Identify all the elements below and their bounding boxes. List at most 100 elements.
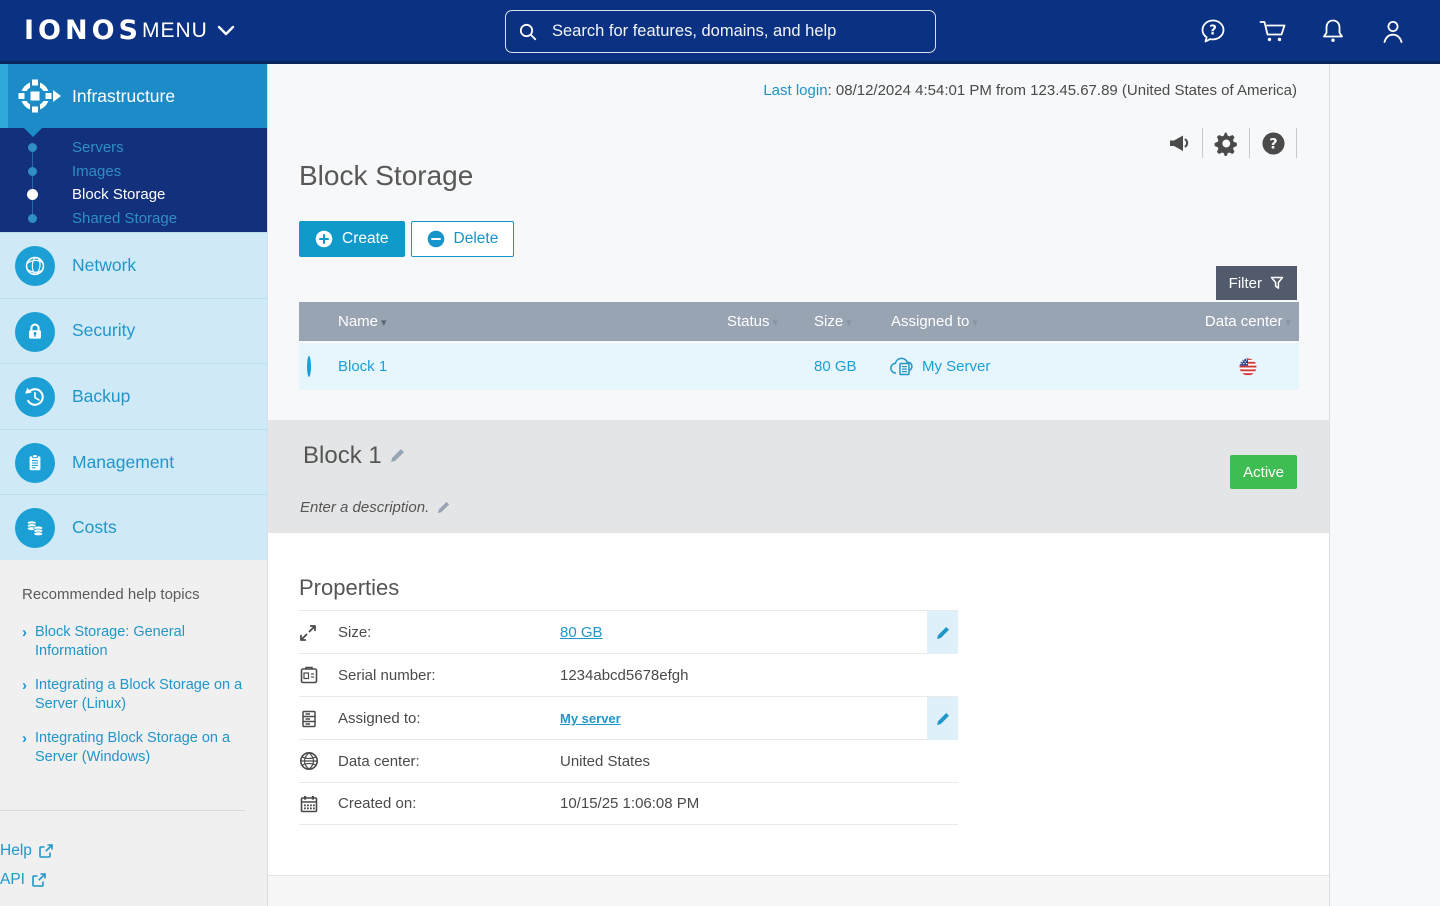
property-row-size: Size: 80 GB [299,610,958,654]
svg-text:?: ? [1209,23,1217,38]
delete-button[interactable]: Delete [410,221,515,257]
help-bubble-icon[interactable]: ? [1198,16,1228,46]
size-link[interactable]: 80 GB [814,358,857,375]
detail-title: Block 1 [303,442,382,469]
ionos-logo[interactable]: IONOS [24,0,142,61]
bell-icon[interactable] [1318,16,1348,46]
help-topic-label: Integrating Block Storage on a Server (W… [35,729,231,765]
properties-title: Properties [299,575,400,600]
edit-name-pencil-icon[interactable] [390,448,405,463]
help-topic-link[interactable]: › Integrating Block Storage on a Server … [22,729,245,767]
filter-label: Filter [1228,274,1262,292]
column-header-status[interactable]: Status ▾ [727,313,786,330]
description-placeholder: Enter a description. [300,499,430,516]
chevron-down-icon [217,25,235,37]
sidebar-item-label: Security [72,320,136,341]
help-topic-link[interactable]: › Integrating a Block Storage on a Serve… [22,676,245,714]
property-label: Serial number: [338,666,436,684]
help-topic-link[interactable]: › Block Storage: General Information [22,623,245,661]
gear-icon[interactable] [1213,130,1239,156]
sidebar-item-management[interactable]: Management [0,428,267,495]
global-search [505,10,936,53]
column-header-name[interactable]: Name ▾ [338,313,691,330]
assigned-server-link[interactable]: My Server [922,358,990,375]
edit-size-pencil-icon[interactable] [927,611,958,654]
api-link-label: API [0,870,25,888]
filter-button[interactable]: Filter [1215,266,1297,300]
help-section-title: Recommended help topics [22,585,200,603]
user-icon[interactable] [1378,16,1408,46]
topbar-icon-group: ? [1198,0,1408,61]
property-row-created-on: Created on: 10/15/25 1:06:08 PM [299,782,958,825]
search-icon [518,22,538,42]
network-icon [15,246,55,286]
plus-circle-icon [315,230,333,248]
edit-assigned-pencil-icon[interactable] [927,697,958,740]
search-input[interactable] [550,21,923,42]
column-header-size[interactable]: Size ▾ [786,313,861,330]
api-external-link[interactable]: API [0,871,53,889]
property-label: Assigned to: [338,710,421,727]
sidebar-subitem-servers[interactable]: Servers [0,136,267,160]
row-radio-selected[interactable] [307,356,311,377]
active-section-stripe [0,64,8,128]
properties-panel: Properties Size: 80 GB Serial number: 12… [268,533,1329,875]
sidebar-item-label: Network [72,254,137,275]
external-link-icon [32,873,46,887]
lock-icon [15,311,55,352]
recommended-help-section: Recommended help topics › Block Storage:… [0,559,267,906]
last-login-value: : 08/12/2024 4:54:01 PM from 123.45.67.8… [827,82,1297,99]
main-content: Last login: 08/12/2024 4:54:01 PM from 1… [267,64,1330,906]
property-row-assigned-to: Assigned to: My server [299,696,958,740]
resize-icon [299,624,338,642]
column-header-data-center[interactable]: Data center ▾ [1205,313,1299,330]
clipboard-icon [15,442,55,483]
minus-circle-icon [427,230,445,248]
infrastructure-icon [15,76,61,116]
help-link-label: Help [0,841,32,859]
last-login-line: Last login: 08/12/2024 4:54:01 PM from 1… [763,82,1297,99]
infrastructure-submenu: Servers Images Block Storage Shared Stor… [0,128,267,232]
chevron-right-icon: › [22,623,27,641]
filter-funnel-icon [1270,276,1284,290]
sidebar-item-network[interactable]: Network [0,232,267,298]
sidebar-subitem-block-storage[interactable]: Block Storage [0,183,267,207]
context-toolbar: ? [1156,127,1297,159]
toolbar-separator [1249,128,1250,158]
sidebar-item-label: Costs [72,517,117,538]
help-circle-icon[interactable]: ? [1260,130,1286,156]
delete-label: Delete [453,230,499,247]
sidebar-item-backup[interactable]: Backup [0,363,267,429]
menu-label: MENU [142,18,208,42]
assigned-server-value-link[interactable]: My server [560,711,621,726]
property-row-data-center: Data center: United States [299,739,958,782]
icon-tail [53,90,61,102]
menu-button[interactable]: MENU [142,0,235,61]
sort-caret-icon: ▾ [381,317,387,329]
block-detail-panel: Block 1 Enter a description. Active [268,420,1329,533]
sort-caret-icon: ▾ [846,317,852,329]
megaphone-icon[interactable] [1166,130,1192,156]
block-name-link[interactable]: Block 1 [338,358,387,375]
sidebar-item-costs[interactable]: Costs [0,494,267,560]
sort-caret-icon: ▾ [1285,317,1291,329]
subitem-label: Servers [72,139,124,157]
help-external-link[interactable]: Help [0,842,53,860]
last-login-link[interactable]: Last login [763,82,827,99]
sidebar-item-security[interactable]: Security [0,297,267,364]
create-button[interactable]: Create [299,221,405,257]
chevron-right-icon: › [22,729,27,747]
size-value-link[interactable]: 80 GB [560,624,603,641]
sidebar-subitem-shared-storage[interactable]: Shared Storage [0,207,267,231]
backup-clock-icon [15,377,55,418]
us-flag-icon [1239,358,1257,376]
divider [0,809,245,811]
column-header-assigned-to[interactable]: Assigned to ▾ [861,313,1091,330]
cart-icon[interactable] [1258,16,1288,46]
subitem-label: Shared Storage [72,209,178,227]
sidebar-subitem-images[interactable]: Images [0,160,267,184]
sidebar-item-infrastructure[interactable]: Infrastructure [0,64,267,137]
top-navbar: IONOS MENU ? [0,0,1440,64]
edit-description-pencil-icon[interactable] [437,501,450,514]
cloud-server-icon [889,356,915,377]
